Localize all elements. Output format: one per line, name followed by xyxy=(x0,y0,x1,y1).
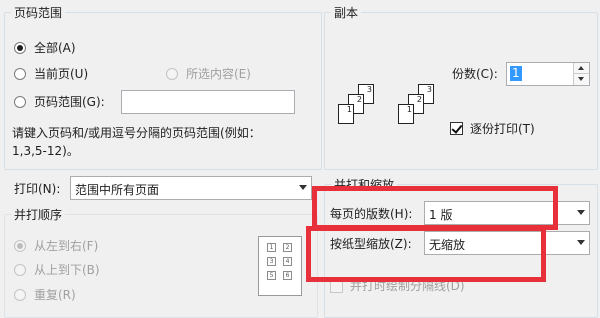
spin-down-button[interactable] xyxy=(573,74,589,85)
page-range-title: 页码范围 xyxy=(14,6,63,20)
chevron-down-icon xyxy=(577,240,585,245)
radio-current-page[interactable] xyxy=(14,68,26,80)
radio-repeat-label[interactable]: 重复(R) xyxy=(34,288,76,302)
print-what-label: 打印(N): xyxy=(14,182,61,196)
collate-order-title: 并打顺序 xyxy=(14,208,63,222)
print-what-value: 范围中所有页面 xyxy=(75,183,160,197)
collated-pages-icon: 3 2 1 xyxy=(394,72,438,132)
collate-order-preview: 1 2 3 4 5 6 xyxy=(258,236,302,296)
chevron-down-icon xyxy=(577,210,585,215)
radio-selection[interactable] xyxy=(166,68,178,80)
radio-all-label[interactable]: 全部(A) xyxy=(34,41,76,55)
radio-left-to-right-label[interactable]: 从左到右(F) xyxy=(34,239,98,253)
highlight-box-scale xyxy=(306,226,546,282)
spin-up-button[interactable] xyxy=(573,63,589,74)
preview-cell: 3 xyxy=(267,257,276,266)
page-icon: 1 xyxy=(338,104,354,124)
radio-page-range-label[interactable]: 页码范围(G): xyxy=(34,95,105,109)
highlight-box-pages-per-sheet xyxy=(312,186,558,230)
print-what-select[interactable]: 范围中所有页面 xyxy=(70,176,312,200)
radio-current-page-label[interactable]: 当前页(U) xyxy=(34,67,88,81)
radio-selection-label[interactable]: 所选内容(E) xyxy=(186,67,251,81)
chevron-up-icon xyxy=(578,66,584,70)
copies-count-spinner[interactable]: 1 xyxy=(506,62,590,86)
preview-cell: 6 xyxy=(283,271,292,280)
collate-label[interactable]: 逐份打印(T) xyxy=(470,122,535,136)
copies-count-value[interactable]: 1 xyxy=(510,66,522,81)
preview-cell: 4 xyxy=(283,257,292,266)
page-range-hint-example: 1,3,5-12)。 xyxy=(12,144,79,158)
preview-cell: 1 xyxy=(267,243,276,252)
copies-count-label: 份数(C): xyxy=(452,67,498,81)
collated-pages-icon: 3 2 1 xyxy=(334,72,378,132)
page-range-input[interactable] xyxy=(121,90,295,114)
radio-top-to-bottom[interactable] xyxy=(14,264,26,276)
chevron-down-icon xyxy=(299,185,307,190)
preview-cell: 5 xyxy=(267,271,276,280)
radio-all[interactable] xyxy=(14,42,26,54)
checkmark-icon xyxy=(451,122,463,134)
radio-left-to-right[interactable] xyxy=(14,240,26,252)
radio-top-to-bottom-label[interactable]: 从上到下(B) xyxy=(34,263,100,277)
copies-title: 副本 xyxy=(334,6,359,20)
chevron-down-icon xyxy=(578,77,584,81)
collate-checkbox[interactable] xyxy=(450,122,463,135)
radio-repeat[interactable] xyxy=(14,289,26,301)
radio-page-range[interactable] xyxy=(14,96,26,108)
preview-cell: 2 xyxy=(283,243,292,252)
page-range-hint: 请键入页码和/或用逗号分隔的页码范围(例如： xyxy=(12,126,261,140)
page-icon: 1 xyxy=(398,104,414,124)
